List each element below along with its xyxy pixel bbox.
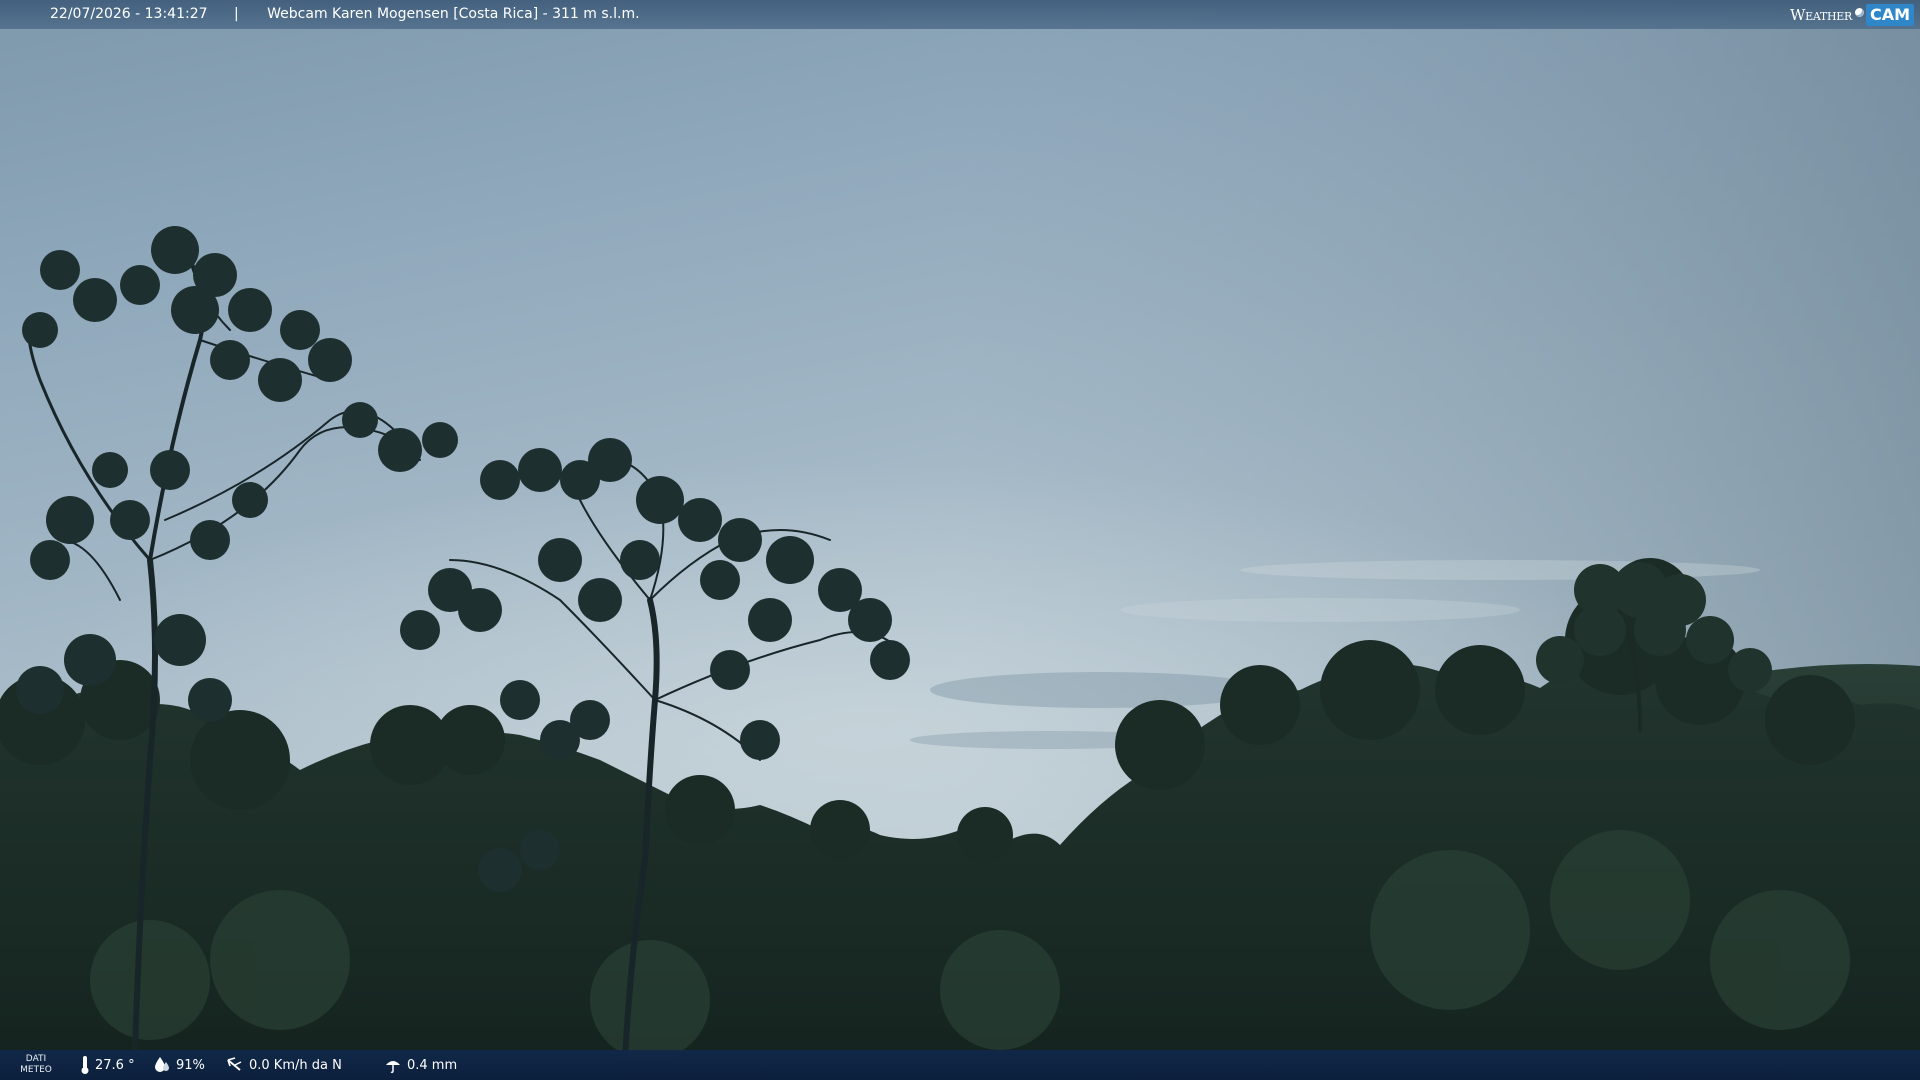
weather-data-label-line2: METEO [20,1065,52,1075]
temperature-reading: 27.6 ° [80,1050,135,1080]
wind-reading: 0.0 Km/h da N [226,1050,342,1080]
humidity-icon [155,1057,169,1072]
wind-value: 0.0 Km/h da N [249,1057,342,1073]
rain-value: 0.4 mm [407,1057,458,1073]
separator: | [233,6,239,22]
thermometer-icon [81,1056,89,1074]
humidity-value: 91% [176,1057,205,1073]
wind-icon [227,1057,242,1071]
rain-icon [386,1061,400,1074]
webcam-title: Webcam Karen Mogensen [Costa Rica] - 311… [267,6,640,22]
humidity-reading: 91% [153,1050,205,1080]
weather-data-label: DATI METEO [14,1054,58,1076]
datetime-text: 22/07/2026 - 13:41:27 [50,6,208,22]
temperature-value: 27.6 ° [95,1057,135,1073]
logo-weather-text: Weather [1790,5,1852,24]
camera-lens-icon [1854,8,1864,17]
weather-data-label-line1: DATI [25,1054,47,1064]
weathercam-logo: Weather CAM [1790,0,1920,29]
bottom-overlay-bar: DATI METEO 27.6 ° 91% 0.0 Km/h da N 0.4 … [0,1050,1920,1080]
rain-reading: 0.4 mm [384,1050,457,1080]
webcam-image [0,0,1920,1080]
logo-cam-text: CAM [1865,3,1914,26]
top-overlay-bar: 22/07/2026 - 13:41:27 | Webcam Karen Mog… [0,0,1920,29]
webcam-frame: 22/07/2026 - 13:41:27 | Webcam Karen Mog… [0,0,1920,1080]
